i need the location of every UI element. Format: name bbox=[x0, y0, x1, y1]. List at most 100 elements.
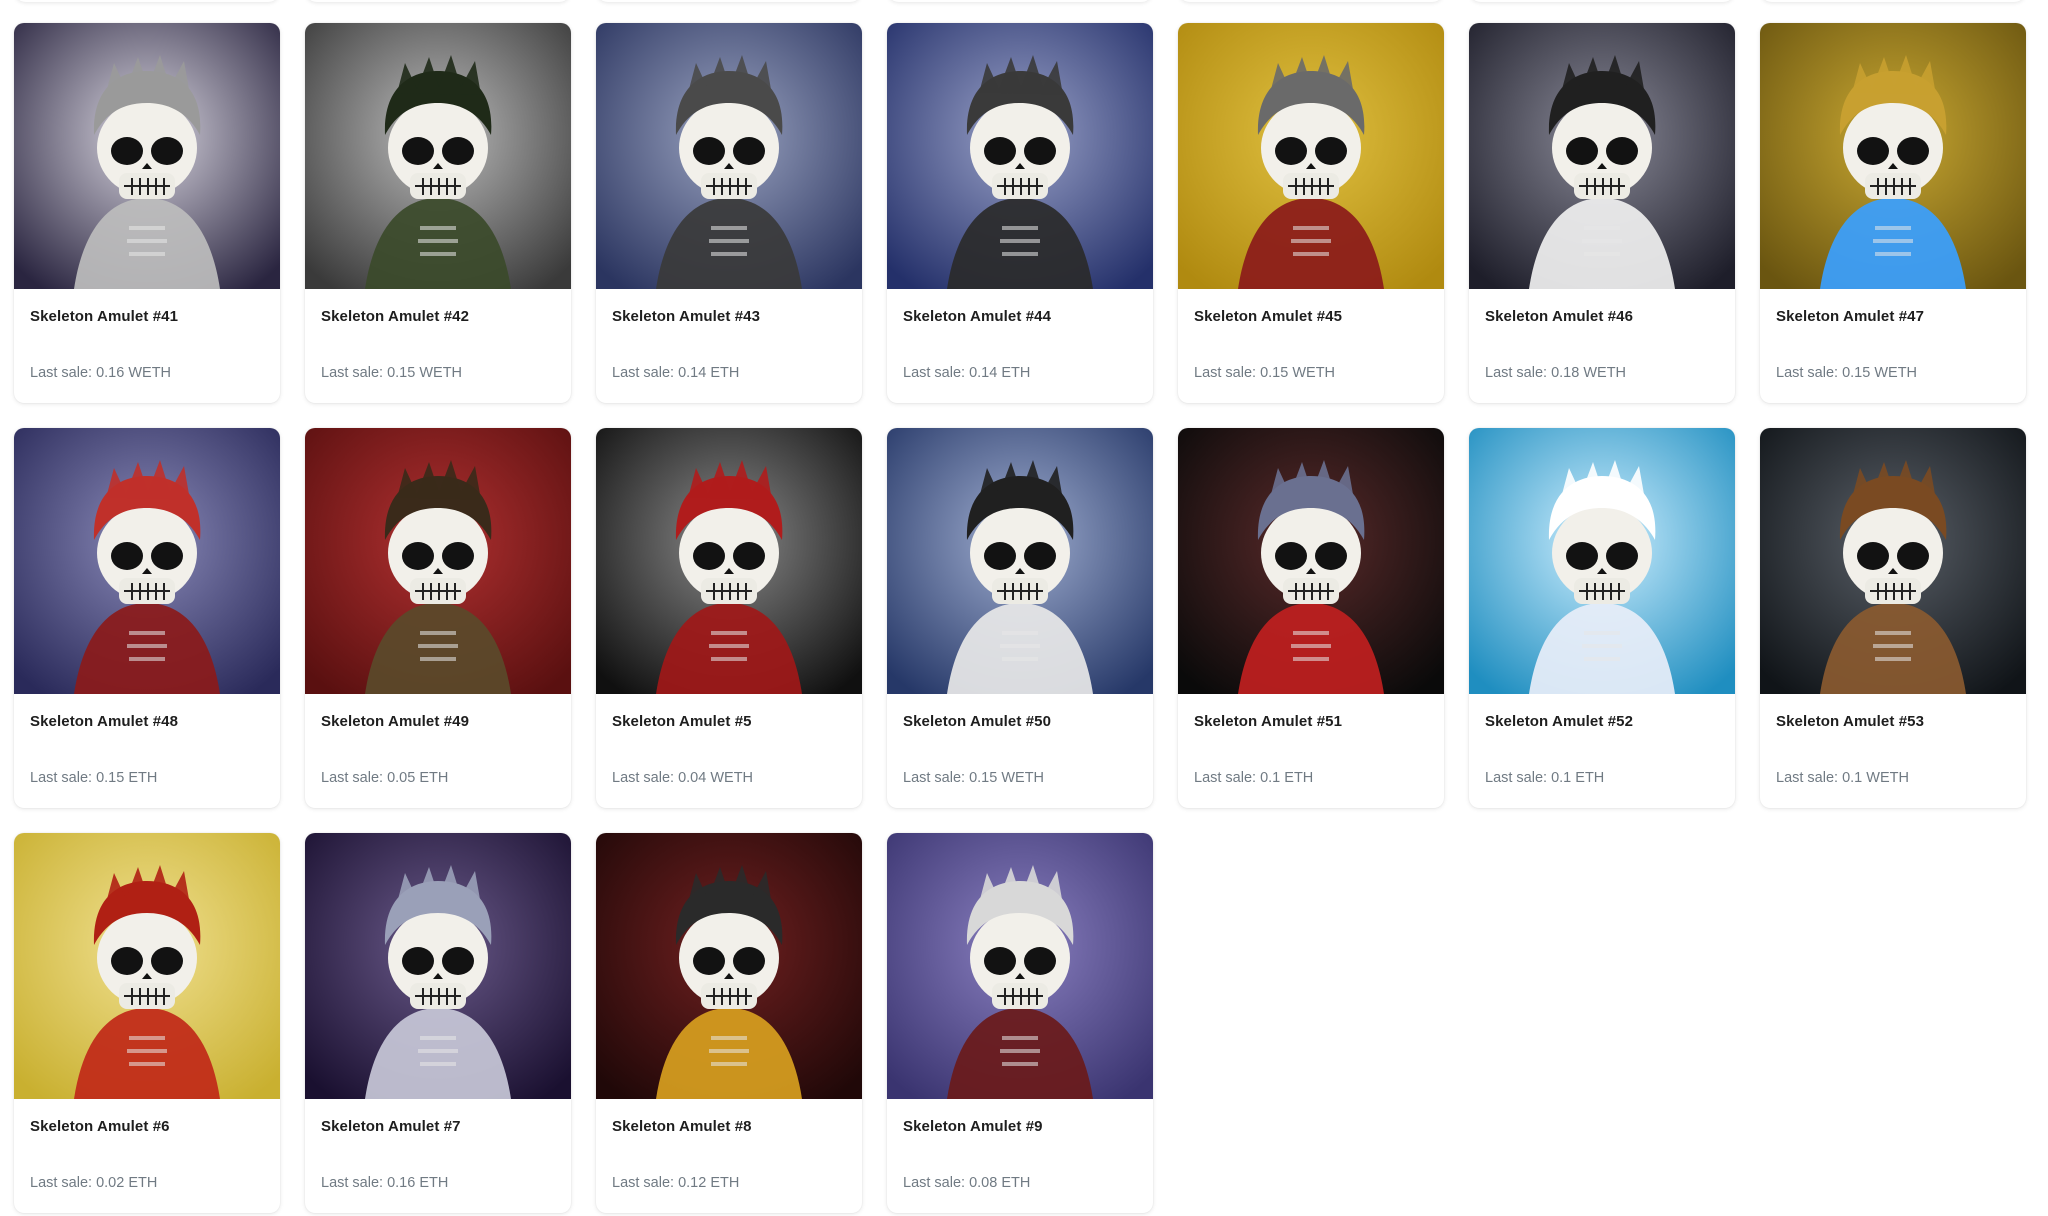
nft-card[interactable]: Skeleton Amulet #49 Last sale: 0.05 ETH bbox=[305, 428, 571, 808]
nft-last-sale: Last sale: 0.1 ETH bbox=[1485, 770, 1605, 786]
nft-name[interactable]: Skeleton Amulet #44 bbox=[903, 308, 1137, 325]
nft-name[interactable]: Skeleton Amulet #8 bbox=[612, 1118, 846, 1135]
skeleton-artwork bbox=[1469, 23, 1735, 289]
nft-image[interactable] bbox=[305, 23, 571, 289]
nft-last-sale: Last sale: 0.15 WETH bbox=[321, 365, 463, 381]
nft-image[interactable] bbox=[14, 23, 280, 289]
nft-last-sale: Last sale: 0.18 WETH bbox=[1485, 365, 1627, 381]
nft-card[interactable]: Skeleton Amulet #6 Last sale: 0.02 ETH bbox=[14, 833, 280, 1213]
nft-name[interactable]: Skeleton Amulet #45 bbox=[1194, 308, 1428, 325]
nft-name[interactable]: Skeleton Amulet #51 bbox=[1194, 713, 1428, 730]
nft-name[interactable]: Skeleton Amulet #9 bbox=[903, 1118, 1137, 1135]
nft-card[interactable]: Skeleton Amulet #50 Last sale: 0.15 WETH bbox=[887, 428, 1153, 808]
skeleton-artwork bbox=[596, 833, 862, 1099]
nft-image[interactable] bbox=[14, 833, 280, 1099]
nft-card[interactable]: Skeleton Amulet #42 Last sale: 0.15 WETH bbox=[305, 23, 571, 403]
nft-card-info: Skeleton Amulet #8 Last sale: 0.12 ETH bbox=[596, 1118, 862, 1191]
skeleton-artwork bbox=[1469, 428, 1735, 694]
skeleton-artwork bbox=[1178, 428, 1444, 694]
nft-card[interactable]: Skeleton Amulet #43 Last sale: 0.14 ETH bbox=[596, 23, 862, 403]
nft-last-sale: Last sale: 0.04 WETH bbox=[612, 770, 754, 786]
nft-card[interactable]: Skeleton Amulet #41 Last sale: 0.16 WETH bbox=[14, 23, 280, 403]
nft-name[interactable]: Skeleton Amulet #7 bbox=[321, 1118, 555, 1135]
nft-name[interactable]: Skeleton Amulet #53 bbox=[1776, 713, 2010, 730]
nft-image[interactable] bbox=[1178, 428, 1444, 694]
nft-card[interactable]: Skeleton Amulet #44 Last sale: 0.14 ETH bbox=[887, 23, 1153, 403]
nft-card[interactable]: Skeleton Amulet #45 Last sale: 0.15 WETH bbox=[1178, 23, 1444, 403]
nft-card-info: Skeleton Amulet #9 Last sale: 0.08 ETH bbox=[887, 1118, 1153, 1191]
nft-name[interactable]: Skeleton Amulet #52 bbox=[1485, 713, 1719, 730]
nft-last-sale: Last sale: 0.08 ETH bbox=[903, 1175, 1031, 1191]
skeleton-artwork bbox=[14, 428, 280, 694]
nft-name[interactable]: Skeleton Amulet #46 bbox=[1485, 308, 1719, 325]
nft-last-sale: Last sale: 0.1 WETH bbox=[1776, 770, 1909, 786]
nft-last-sale: Last sale: 0.16 WETH bbox=[30, 365, 172, 381]
nft-grid: Skeleton Amulet #41 Last sale: 0.16 WETH… bbox=[14, 23, 2026, 1213]
nft-card-info: Skeleton Amulet #47 Last sale: 0.15 WETH bbox=[1760, 308, 2026, 381]
nft-image[interactable] bbox=[596, 23, 862, 289]
nft-name[interactable]: Skeleton Amulet #43 bbox=[612, 308, 846, 325]
nft-name[interactable]: Skeleton Amulet #41 bbox=[30, 308, 264, 325]
nft-image[interactable] bbox=[14, 428, 280, 694]
nft-last-sale: Last sale: 0.12 ETH bbox=[612, 1175, 740, 1191]
nft-card-info: Skeleton Amulet #45 Last sale: 0.15 WETH bbox=[1178, 308, 1444, 381]
previous-row-edges bbox=[0, 0, 2048, 6]
nft-image[interactable] bbox=[305, 428, 571, 694]
nft-last-sale: Last sale: 0.15 WETH bbox=[1194, 365, 1336, 381]
nft-card[interactable]: Skeleton Amulet #51 Last sale: 0.1 ETH bbox=[1178, 428, 1444, 808]
nft-image[interactable] bbox=[1469, 23, 1735, 289]
nft-name[interactable]: Skeleton Amulet #6 bbox=[30, 1118, 264, 1135]
nft-image[interactable] bbox=[887, 428, 1153, 694]
nft-image[interactable] bbox=[887, 23, 1153, 289]
nft-card[interactable]: Skeleton Amulet #48 Last sale: 0.15 ETH bbox=[14, 428, 280, 808]
nft-card-info: Skeleton Amulet #6 Last sale: 0.02 ETH bbox=[14, 1118, 280, 1191]
skeleton-artwork bbox=[305, 833, 571, 1099]
nft-name[interactable]: Skeleton Amulet #5 bbox=[612, 713, 846, 730]
nft-image[interactable] bbox=[305, 833, 571, 1099]
nft-card-info: Skeleton Amulet #52 Last sale: 0.1 ETH bbox=[1469, 713, 1735, 786]
collection-page: Skeleton Amulet #41 Last sale: 0.16 WETH… bbox=[0, 0, 2048, 1216]
nft-card-info: Skeleton Amulet #41 Last sale: 0.16 WETH bbox=[14, 308, 280, 381]
nft-card-info: Skeleton Amulet #51 Last sale: 0.1 ETH bbox=[1178, 713, 1444, 786]
nft-last-sale: Last sale: 0.15 ETH bbox=[30, 770, 158, 786]
skeleton-artwork bbox=[1760, 23, 2026, 289]
nft-card[interactable]: Skeleton Amulet #8 Last sale: 0.12 ETH bbox=[596, 833, 862, 1213]
skeleton-artwork bbox=[887, 23, 1153, 289]
nft-image[interactable] bbox=[1760, 428, 2026, 694]
skeleton-artwork bbox=[887, 428, 1153, 694]
nft-last-sale: Last sale: 0.15 WETH bbox=[903, 770, 1045, 786]
nft-name[interactable]: Skeleton Amulet #50 bbox=[903, 713, 1137, 730]
skeleton-artwork bbox=[596, 428, 862, 694]
nft-image[interactable] bbox=[1178, 23, 1444, 289]
nft-card-info: Skeleton Amulet #7 Last sale: 0.16 ETH bbox=[305, 1118, 571, 1191]
nft-name[interactable]: Skeleton Amulet #47 bbox=[1776, 308, 2010, 325]
nft-card[interactable]: Skeleton Amulet #47 Last sale: 0.15 WETH bbox=[1760, 23, 2026, 403]
nft-image[interactable] bbox=[887, 833, 1153, 1099]
nft-card[interactable]: Skeleton Amulet #7 Last sale: 0.16 ETH bbox=[305, 833, 571, 1213]
nft-card-info: Skeleton Amulet #53 Last sale: 0.1 WETH bbox=[1760, 713, 2026, 786]
nft-last-sale: Last sale: 0.05 ETH bbox=[321, 770, 449, 786]
nft-card-info: Skeleton Amulet #49 Last sale: 0.05 ETH bbox=[305, 713, 571, 786]
nft-card[interactable]: Skeleton Amulet #53 Last sale: 0.1 WETH bbox=[1760, 428, 2026, 808]
nft-card[interactable]: Skeleton Amulet #52 Last sale: 0.1 ETH bbox=[1469, 428, 1735, 808]
nft-card-info: Skeleton Amulet #5 Last sale: 0.04 WETH bbox=[596, 713, 862, 786]
skeleton-artwork bbox=[305, 23, 571, 289]
nft-image[interactable] bbox=[596, 428, 862, 694]
nft-card[interactable]: Skeleton Amulet #9 Last sale: 0.08 ETH bbox=[887, 833, 1153, 1213]
nft-image[interactable] bbox=[596, 833, 862, 1099]
nft-last-sale: Last sale: 0.15 WETH bbox=[1776, 365, 1918, 381]
skeleton-artwork bbox=[887, 833, 1153, 1099]
nft-card[interactable]: Skeleton Amulet #46 Last sale: 0.18 WETH bbox=[1469, 23, 1735, 403]
nft-card[interactable]: Skeleton Amulet #5 Last sale: 0.04 WETH bbox=[596, 428, 862, 808]
nft-card-info: Skeleton Amulet #44 Last sale: 0.14 ETH bbox=[887, 308, 1153, 381]
nft-card-info: Skeleton Amulet #50 Last sale: 0.15 WETH bbox=[887, 713, 1153, 786]
skeleton-artwork bbox=[14, 833, 280, 1099]
nft-name[interactable]: Skeleton Amulet #48 bbox=[30, 713, 264, 730]
skeleton-artwork bbox=[596, 23, 862, 289]
nft-image[interactable] bbox=[1469, 428, 1735, 694]
nft-image[interactable] bbox=[1760, 23, 2026, 289]
skeleton-artwork bbox=[1178, 23, 1444, 289]
nft-name[interactable]: Skeleton Amulet #49 bbox=[321, 713, 555, 730]
nft-name[interactable]: Skeleton Amulet #42 bbox=[321, 308, 555, 325]
nft-card-info: Skeleton Amulet #42 Last sale: 0.15 WETH bbox=[305, 308, 571, 381]
